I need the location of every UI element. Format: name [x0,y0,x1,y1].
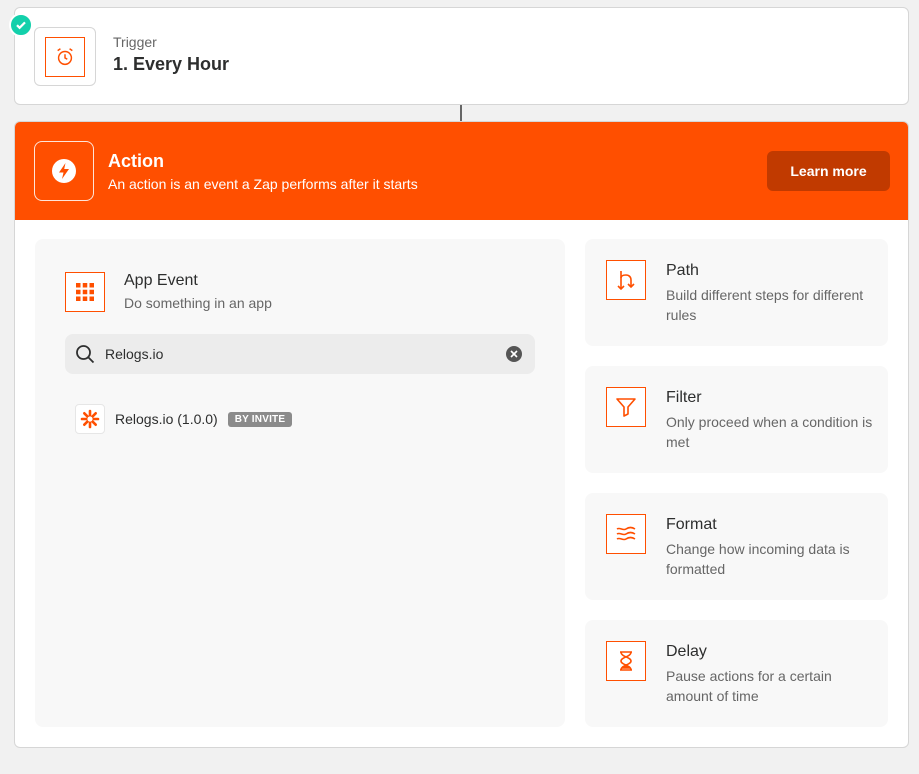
grid-icon [65,272,105,312]
tool-title: Filter [666,389,702,406]
tool-card-delay[interactable]: Delay Pause actions for a certain amount… [585,620,888,727]
format-waves-icon [606,514,646,554]
tool-title: Delay [666,643,707,660]
trigger-title: 1. Every Hour [113,54,230,74]
trigger-step-card[interactable]: Trigger 1. Every Hour [14,7,909,105]
alarm-clock-icon [45,37,85,77]
tool-description: Change how incoming data is formatted [666,541,850,577]
action-step-card: Action An action is an event a Zap perfo… [14,121,909,748]
result-app-name: Relogs.io (1.0.0) [115,411,218,427]
clear-search-icon[interactable] [506,346,522,367]
check-icon [9,13,33,37]
app-event-title: App Event [124,272,198,289]
tool-title: Path [666,262,699,279]
step-connector [460,105,462,121]
hourglass-icon [606,641,646,681]
app-search-input[interactable] [105,334,495,374]
trigger-label: Trigger [113,34,157,50]
tool-description: Build different steps for different rule… [666,287,864,323]
trigger-app-icon-box [34,27,96,86]
lightning-bolt-icon [34,141,94,201]
app-event-subtitle: Do something in an app [124,295,272,311]
action-subtitle: An action is an event a Zap performs aft… [108,176,418,192]
app-search-box[interactable] [65,334,535,374]
tool-description: Pause actions for a certain amount of ti… [666,668,832,704]
path-branch-icon [606,260,646,300]
tool-description: Only proceed when a condition is met [666,414,873,450]
action-title: Action [108,151,164,171]
tool-title: Format [666,516,717,533]
search-result-item[interactable]: Relogs.io (1.0.0) BY INVITE [75,403,515,435]
tool-card-path[interactable]: Path Build different steps for different… [585,239,888,346]
learn-more-button[interactable]: Learn more [767,151,890,191]
action-header: Action An action is an event a Zap perfo… [15,122,908,220]
search-icon [75,344,95,369]
by-invite-badge: BY INVITE [227,411,293,427]
app-event-panel: App Event Do something in an app Relogs.… [35,239,565,727]
filter-funnel-icon [606,387,646,427]
zapier-asterisk-icon [75,404,105,434]
tool-card-format[interactable]: Format Change how incoming data is forma… [585,493,888,600]
tool-card-filter[interactable]: Filter Only proceed when a condition is … [585,366,888,473]
